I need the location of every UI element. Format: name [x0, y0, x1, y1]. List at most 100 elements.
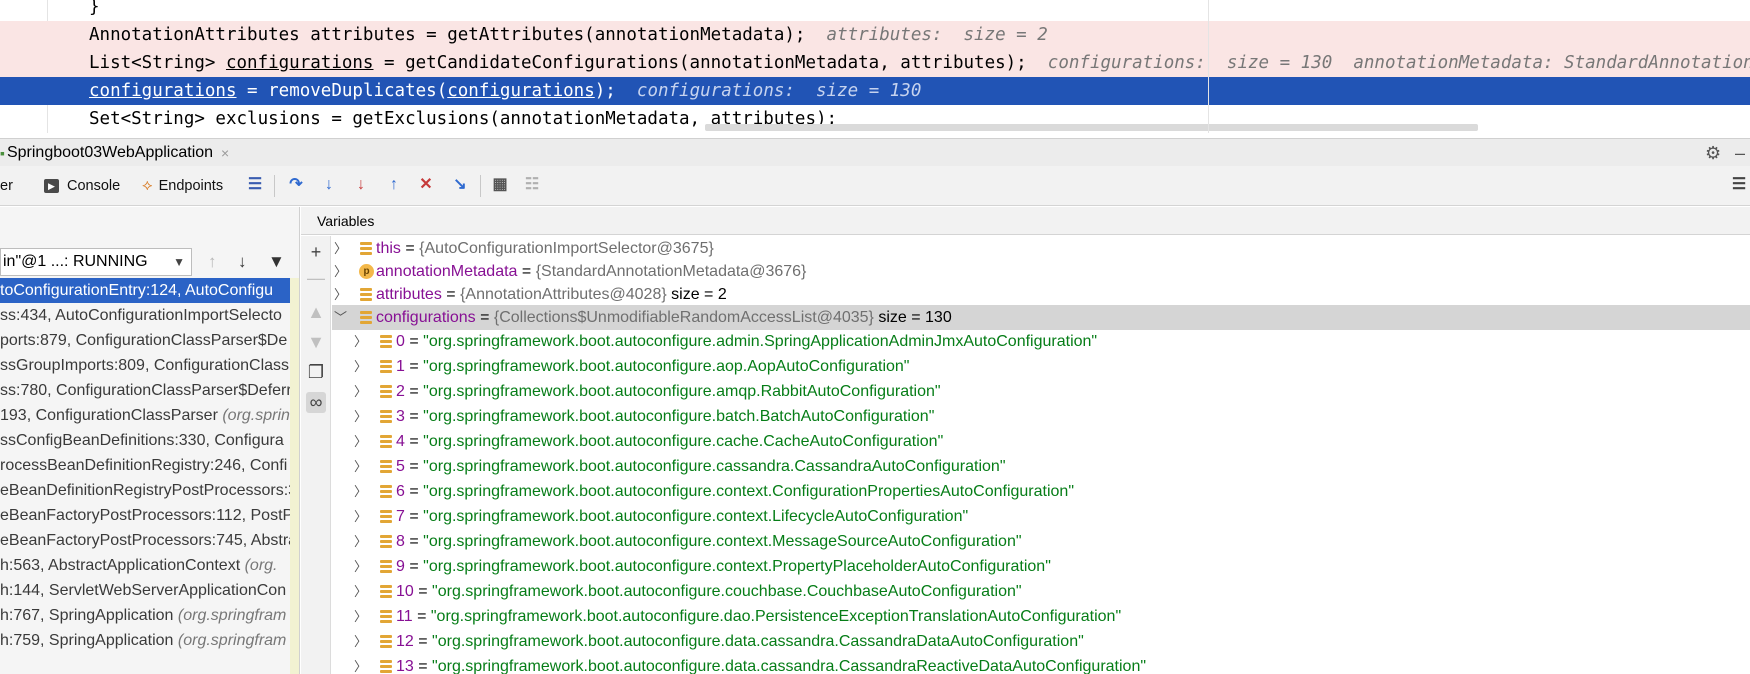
- code-editor[interactable]: } AnnotationAttributes attributes = getA…: [0, 0, 1750, 133]
- chevron-right-icon[interactable]: 〉: [354, 404, 368, 429]
- move-down-icon[interactable]: ▼: [306, 332, 326, 353]
- chevron-right-icon[interactable]: 〉: [334, 236, 348, 261]
- step-over-icon[interactable]: ↷: [285, 173, 307, 197]
- chevron-right-icon[interactable]: 〉: [354, 579, 368, 604]
- filter-icon[interactable]: ▼: [268, 252, 285, 272]
- tab-console-label: Console: [67, 178, 121, 194]
- variable-row-configurations[interactable]: ﹀ configurations = {Collections$Unmodifi…: [332, 305, 1750, 330]
- gear-icon[interactable]: ⚙: [1705, 143, 1721, 164]
- trace-stream-icon[interactable]: ☷: [521, 173, 543, 197]
- variable-row-annotation-metadata[interactable]: 〉 p annotationMetadata = {StandardAnnota…: [332, 259, 1750, 284]
- code-line-attributes[interactable]: AnnotationAttributes attributes = getAtt…: [0, 21, 1750, 49]
- chevron-right-icon[interactable]: 〉: [354, 604, 368, 629]
- chevron-right-icon[interactable]: 〉: [354, 454, 368, 479]
- frame-row[interactable]: h:767, SpringApplication (org.springfram: [0, 603, 299, 628]
- list-item[interactable]: 〉 6 = "org.springframework.boot.autoconf…: [332, 479, 1750, 504]
- field-icon: [380, 435, 392, 448]
- chevron-right-icon[interactable]: 〉: [354, 504, 368, 529]
- frames-scrollbar[interactable]: [290, 278, 299, 674]
- tab-console[interactable]: ▶ Console: [44, 174, 120, 198]
- tab-endpoints-label: Endpoints: [158, 178, 224, 194]
- move-up-icon[interactable]: ▲: [306, 302, 326, 323]
- list-item[interactable]: 〉 7 = "org.springframework.boot.autoconf…: [332, 504, 1750, 529]
- tab-debugger[interactable]: er: [0, 174, 13, 198]
- variable-value: {AutoConfigurationImportSelector@3675}: [419, 240, 714, 257]
- evaluate-expression-icon[interactable]: ▦: [489, 173, 511, 197]
- frame-row[interactable]: eBeanDefinitionRegistryPostProcessors:3: [0, 478, 299, 503]
- chevron-right-icon[interactable]: 〉: [354, 629, 368, 654]
- chevron-right-icon[interactable]: 〉: [334, 282, 348, 307]
- chevron-right-icon[interactable]: 〉: [354, 529, 368, 554]
- field-icon: [380, 410, 392, 423]
- code-line-current-execution[interactable]: configurations = removeDuplicates(config…: [0, 77, 1750, 105]
- chevron-right-icon[interactable]: 〉: [334, 259, 348, 284]
- frame-row[interactable]: ports:879, ConfigurationClassParser$De: [0, 328, 299, 353]
- add-watch-icon[interactable]: +: [306, 242, 326, 263]
- frame-row[interactable]: ss:434, AutoConfigurationImportSelecto: [0, 303, 299, 328]
- list-item[interactable]: 〉 3 = "org.springframework.boot.autoconf…: [332, 404, 1750, 429]
- chevron-down-icon[interactable]: ﹀: [334, 305, 348, 330]
- layout-menu-icon[interactable]: ☰: [244, 173, 266, 197]
- settings-menu-icon[interactable]: ☰: [1728, 173, 1750, 197]
- chevron-down-icon: ▼: [173, 255, 185, 269]
- previous-frame-icon[interactable]: ↑: [208, 252, 217, 272]
- code-line-brace[interactable]: }: [0, 0, 1750, 21]
- list-item[interactable]: 〉 9 = "org.springframework.boot.autoconf…: [332, 554, 1750, 579]
- frame-row[interactable]: eBeanFactoryPostProcessors:112, PostPr: [0, 503, 299, 528]
- remove-watch-icon[interactable]: —: [306, 268, 326, 289]
- list-item[interactable]: 〉 2 = "org.springframework.boot.autoconf…: [332, 379, 1750, 404]
- list-item[interactable]: 〉 11 = "org.springframework.boot.autocon…: [332, 604, 1750, 629]
- list-item[interactable]: 〉 0 = "org.springframework.boot.autoconf…: [332, 329, 1750, 354]
- frame-row[interactable]: rocessBeanDefinitionRegistry:246, Confi: [0, 453, 299, 478]
- list-item[interactable]: 〉 5 = "org.springframework.boot.autoconf…: [332, 454, 1750, 479]
- force-step-into-icon[interactable]: ↓: [350, 173, 372, 197]
- chevron-right-icon[interactable]: 〉: [354, 354, 368, 379]
- glasses-icon[interactable]: ∞: [306, 392, 326, 413]
- frame-row[interactable]: ss:780, ConfigurationClassParser$Deferr: [0, 378, 299, 403]
- field-icon: [380, 560, 392, 573]
- frame-row[interactable]: toConfigurationEntry:124, AutoConfigu: [0, 278, 299, 303]
- variable-row-attributes[interactable]: 〉 attributes = {AnnotationAttributes@402…: [332, 282, 1750, 307]
- close-icon[interactable]: ×: [221, 145, 229, 161]
- bug-icon: ▪: [0, 145, 5, 161]
- code-line-candidate-configurations[interactable]: List<String> configurations = getCandida…: [0, 49, 1750, 77]
- copy-icon[interactable]: ❐: [306, 362, 326, 383]
- list-item[interactable]: 〉 4 = "org.springframework.boot.autoconf…: [332, 429, 1750, 454]
- run-to-cursor-icon[interactable]: ↘: [449, 173, 471, 197]
- next-frame-icon[interactable]: ↓: [238, 252, 247, 272]
- field-icon: [380, 660, 392, 673]
- frame-row[interactable]: 193, ConfigurationClassParser (org.sprin: [0, 403, 299, 428]
- chevron-right-icon[interactable]: 〉: [354, 429, 368, 454]
- frame-row[interactable]: h:144, ServletWebServerApplicationCon: [0, 578, 299, 603]
- drop-frame-icon[interactable]: ✕: [415, 173, 437, 197]
- variables-title: Variables: [301, 207, 1750, 235]
- chevron-right-icon[interactable]: 〉: [354, 554, 368, 579]
- list-item[interactable]: 〉 10 = "org.springframework.boot.autocon…: [332, 579, 1750, 604]
- chevron-right-icon[interactable]: 〉: [354, 379, 368, 404]
- list-item[interactable]: 〉 1 = "org.springframework.boot.autoconf…: [332, 354, 1750, 379]
- minimize-icon[interactable]: –: [1735, 143, 1745, 164]
- thread-selector[interactable]: in"@1 ...: RUNNING ▼: [0, 248, 192, 276]
- variables-panel: Variables + — ▲ ▼ ❐ ∞ 〉 this = {AutoConf…: [301, 207, 1750, 674]
- list-item[interactable]: 〉 8 = "org.springframework.boot.autoconf…: [332, 529, 1750, 554]
- frame-row[interactable]: ssConfigBeanDefinitions:330, Configura: [0, 428, 299, 453]
- equals-sign: =: [521, 263, 532, 280]
- chevron-right-icon[interactable]: 〉: [354, 479, 368, 504]
- horizontal-scrollbar[interactable]: [705, 124, 1478, 131]
- run-config-tab[interactable]: ▪ Springboot03WebApplication ×: [0, 141, 229, 165]
- frame-row[interactable]: eBeanFactoryPostProcessors:745, Abstra: [0, 528, 299, 553]
- inline-debug-hint: configurations: size = 130: [636, 81, 922, 101]
- step-out-icon[interactable]: ↑: [383, 173, 405, 197]
- frame-row[interactable]: h:759, SpringApplication (org.springfram: [0, 628, 299, 653]
- list-item[interactable]: 〉 13 = "org.springframework.boot.autocon…: [332, 654, 1750, 674]
- variable-value: {StandardAnnotationMetadata@3676}: [535, 263, 807, 280]
- chevron-right-icon[interactable]: 〉: [354, 654, 368, 674]
- frame-row[interactable]: h:563, AbstractApplicationContext (org.: [0, 553, 299, 578]
- step-into-icon[interactable]: ↓: [318, 173, 340, 197]
- frame-row[interactable]: ssGroupImports:809, ConfigurationClass: [0, 353, 299, 378]
- chevron-right-icon[interactable]: 〉: [354, 329, 368, 354]
- list-item[interactable]: 〉 12 = "org.springframework.boot.autocon…: [332, 629, 1750, 654]
- tab-endpoints[interactable]: ⟡ Endpoints: [142, 174, 223, 198]
- variable-name: attributes: [376, 286, 442, 303]
- variable-row-this[interactable]: 〉 this = {AutoConfigurationImportSelecto…: [332, 236, 1750, 261]
